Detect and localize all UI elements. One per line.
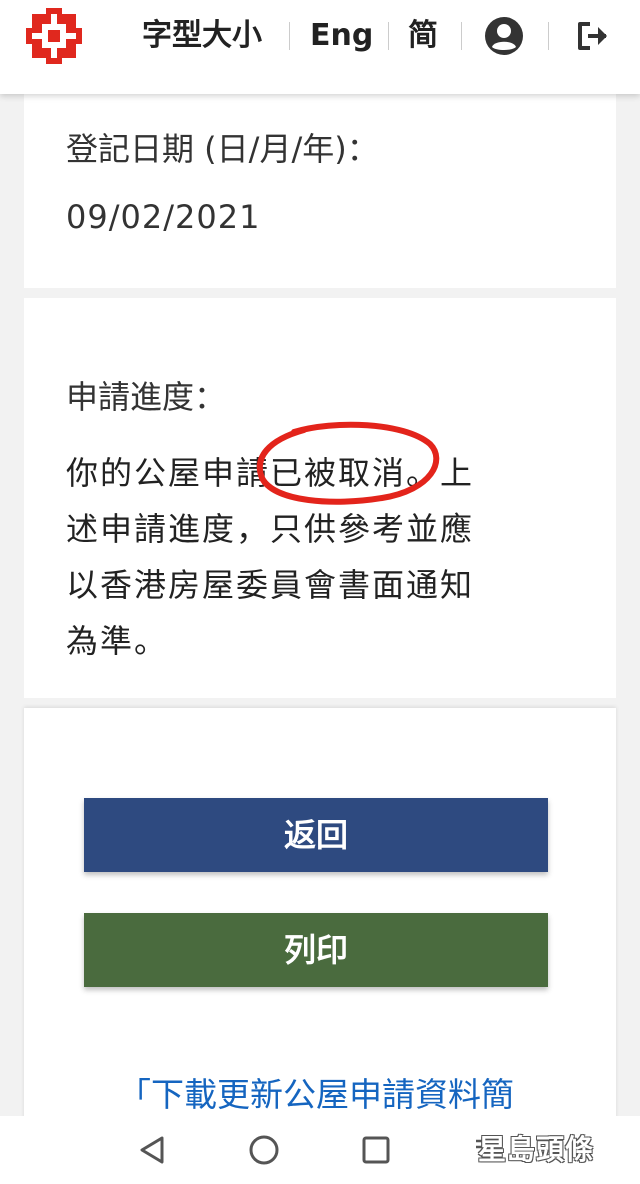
square-recents-icon[interactable] [356, 1130, 396, 1170]
status-line: 為準。 [66, 622, 169, 660]
app-screen: 字型大小 Eng 简 登記日期 (日/月/年)： 09/02/2021 申請進度… [0, 0, 640, 1184]
application-progress-label: 申請進度： [66, 378, 227, 416]
status-line: 述申請進度，只供參考並應 [66, 510, 475, 548]
top-header: 字型大小 Eng 简 [0, 0, 640, 94]
download-application-info-link[interactable]: 「下載更新公屋申請資料簡 [118, 1068, 514, 1116]
registration-date-label: 登記日期 (日/月/年)： [66, 130, 379, 168]
header-divider [289, 22, 290, 50]
registration-date-value: 09/02/2021 [66, 198, 261, 236]
circle-home-icon[interactable] [244, 1130, 284, 1170]
header-divider [388, 22, 389, 50]
news-watermark: 星島頭條 [478, 1133, 595, 1166]
english-language-button[interactable]: Eng [310, 16, 373, 56]
cancelled-highlight-circle [256, 421, 440, 505]
account-circle-icon[interactable] [484, 16, 524, 56]
registration-date-card: 登記日期 (日/月/年)： 09/02/2021 [24, 94, 616, 288]
hk-housing-authority-logo[interactable] [24, 6, 84, 66]
logout-icon[interactable] [574, 16, 614, 56]
print-button[interactable]: 列印 [84, 913, 548, 987]
header-divider [548, 22, 549, 50]
status-line: 以香港房屋委員會書面通知 [66, 566, 475, 604]
simplified-chinese-button[interactable]: 简 [408, 16, 438, 56]
triangle-back-icon[interactable] [132, 1130, 172, 1170]
header-divider [461, 22, 462, 50]
font-size-button[interactable]: 字型大小 [142, 16, 262, 56]
back-button[interactable]: 返回 [84, 798, 548, 872]
